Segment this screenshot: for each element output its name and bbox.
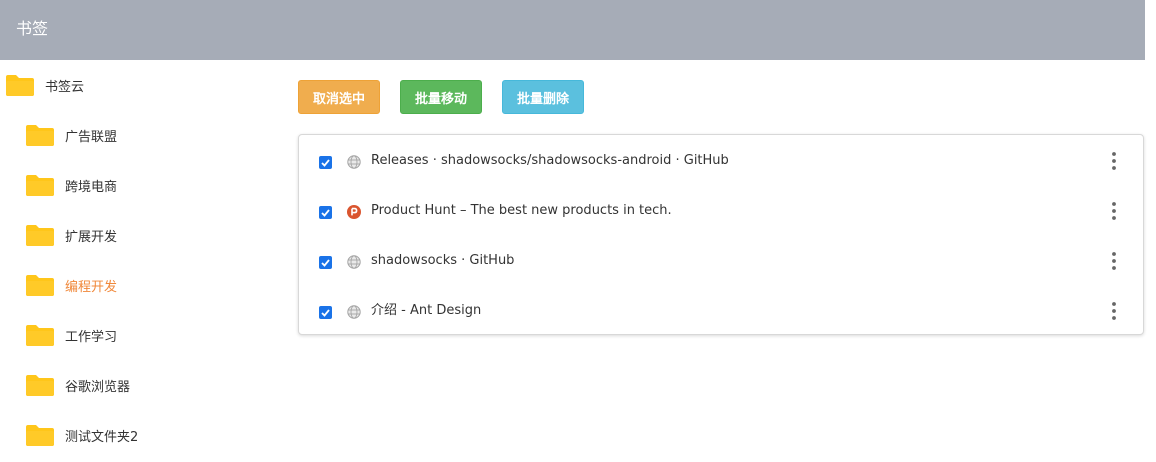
page-title: 书签 [16,19,49,38]
folder-icon [6,74,34,96]
sidebar-item-ad-alliance[interactable]: 广告联盟 [26,123,117,147]
sidebar-item-label: 广告联盟 [65,129,118,145]
globe-icon [347,154,361,169]
folder-icon [26,174,54,196]
bookmark-row[interactable]: Product Hunt – The best new products in … [299,185,1143,235]
sidebar-item-programming[interactable]: 编程开发 [26,273,117,297]
batch-delete-button[interactable]: 批量删除 [502,80,584,114]
sidebar-item-cross-border[interactable]: 跨境电商 [26,173,117,197]
more-options-icon[interactable] [1109,201,1119,221]
bookmark-checkbox[interactable] [319,156,332,169]
folder-icon [26,424,54,446]
bookmark-title[interactable]: Releases · shadowsocks/shadowsocks-andro… [371,152,729,170]
bookmark-checkbox[interactable] [319,306,332,319]
folder-sidebar: 书签云 广告联盟 跨境电商 扩展开发 编程开发 工作学习 谷歌浏览器 测试文件夹… [0,60,280,462]
sidebar-item-extension-dev[interactable]: 扩展开发 [26,223,117,247]
sidebar-item-label: 编程开发 [65,279,118,295]
batch-move-button[interactable]: 批量移动 [400,80,482,114]
more-options-icon[interactable] [1109,151,1119,171]
folder-icon [26,324,54,346]
bookmark-checkbox[interactable] [319,256,332,269]
sidebar-item-label: 跨境电商 [65,179,118,195]
globe-icon [347,254,361,269]
sidebar-item-work-study[interactable]: 工作学习 [26,323,117,347]
folder-root[interactable]: 书签云 [6,73,84,97]
sidebar-item-label: 谷歌浏览器 [65,379,131,395]
bookmark-checkbox[interactable] [319,206,332,219]
app-header: 书签 [0,0,1145,60]
deselect-button[interactable]: 取消选中 [298,80,380,114]
more-options-icon[interactable] [1109,301,1119,321]
globe-icon [347,304,361,319]
bookmark-list: Releases · shadowsocks/shadowsocks-andro… [298,134,1144,335]
folder-icon [26,124,54,146]
sidebar-item-label: 工作学习 [65,329,118,345]
sidebar-item-chrome[interactable]: 谷歌浏览器 [26,373,130,397]
sidebar-item-label: 测试文件夹2 [65,429,139,445]
sidebar-item-label: 扩展开发 [65,229,118,245]
bookmark-row[interactable]: 介绍 - Ant Design [299,285,1143,335]
bookmark-title[interactable]: shadowsocks · GitHub [371,252,514,270]
folder-root-label: 书签云 [45,79,85,95]
sidebar-item-test-folder-2[interactable]: 测试文件夹2 [26,423,138,447]
bookmark-row[interactable]: Releases · shadowsocks/shadowsocks-andro… [299,135,1143,185]
folder-icon [26,374,54,396]
product-hunt-icon [347,204,361,219]
bookmark-row[interactable]: shadowsocks · GitHub [299,235,1143,285]
folder-icon [26,274,54,296]
folder-icon [26,224,54,246]
more-options-icon[interactable] [1109,251,1119,271]
bookmark-title[interactable]: Product Hunt – The best new products in … [371,202,672,220]
bookmark-title[interactable]: 介绍 - Ant Design [371,302,481,320]
